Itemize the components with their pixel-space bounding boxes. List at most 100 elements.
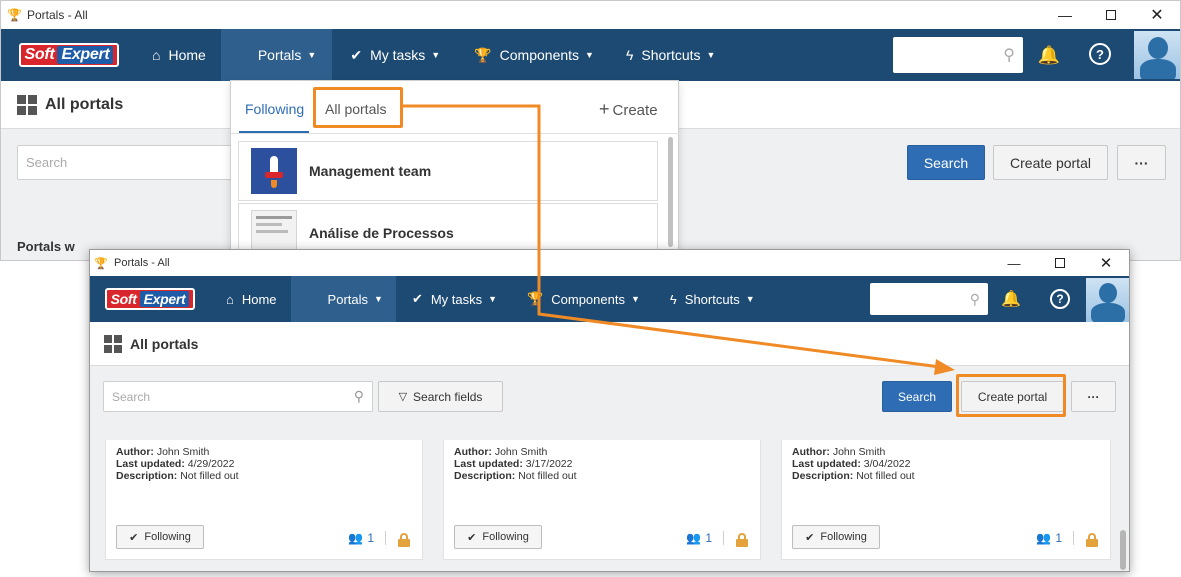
members-count[interactable]: 👥 1 [348, 531, 374, 545]
search-icon: ⚲ [353, 388, 364, 404]
page-header: All portals [90, 322, 1129, 366]
maximize-button[interactable] [1037, 250, 1083, 276]
grid-icon [17, 94, 37, 115]
search-input[interactable]: Search [17, 145, 237, 180]
close-button[interactable]: ✕ [1134, 1, 1180, 29]
help-icon[interactable]: ? [1050, 289, 1070, 309]
nav-my-tasks[interactable]: ✔ My tasks ▼ [396, 276, 513, 322]
portal-card[interactable]: Author: John Smith Last updated: 4/29/20… [105, 440, 423, 560]
chevron-down-icon: ▼ [585, 50, 594, 60]
following-button[interactable]: ✔ Following [792, 525, 880, 549]
author-value: John Smith [832, 446, 886, 458]
following-button[interactable]: ✔ Following [116, 525, 204, 549]
logo-expert-text: Expert [57, 46, 114, 64]
updated-value: 3/04/2022 [863, 458, 911, 470]
create-portal-button[interactable]: Create portal [993, 145, 1108, 180]
check-icon: ✔ [129, 531, 139, 544]
top-navbar: Soft Expert ⌂ Home Portals ▼ ✔ My tasks … [90, 276, 1129, 322]
search-input[interactable]: Search ⚲ [103, 381, 373, 412]
nav-search-input[interactable]: ⚲ [893, 37, 1023, 73]
bell-icon[interactable]: 🔔 [997, 282, 1025, 316]
create-portal-link[interactable]: + Create [599, 99, 658, 120]
plus-icon: + [599, 99, 610, 119]
trophy-icon: 🏆 [474, 46, 492, 63]
members-count[interactable]: 👥 1 [686, 531, 712, 545]
search-button-label: Search [897, 389, 937, 404]
more-options-label: ··· [1134, 154, 1149, 171]
lock-icon [736, 533, 748, 547]
search-button[interactable]: Search [882, 381, 952, 412]
search-fields-button[interactable]: ▽ Search fields [378, 381, 503, 412]
window-controls: — ✕ [1042, 1, 1180, 29]
nav-home[interactable]: ⌂ Home [137, 29, 221, 81]
front-window: 🏆 Portals - All — ✕ Soft Expert ⌂ Home P… [89, 249, 1130, 572]
description-label: Description: [116, 470, 178, 482]
nav-portals-label: Portals [257, 47, 302, 63]
members-value: 1 [705, 531, 712, 545]
logo[interactable]: Soft Expert [90, 276, 210, 322]
tab-following-label: Following [245, 101, 305, 117]
grid-icon [308, 293, 320, 305]
search-button[interactable]: Search [907, 145, 985, 180]
nav-components[interactable]: 🏆 Components ▼ [458, 29, 610, 81]
help-icon[interactable]: ? [1089, 43, 1111, 65]
grid-icon [237, 49, 250, 62]
portal-card[interactable]: Author: John Smith Last updated: 3/04/20… [781, 440, 1111, 560]
trophy-icon: 🏆 [7, 8, 22, 22]
grid-icon [104, 334, 122, 353]
nav-home[interactable]: ⌂ Home [210, 276, 291, 322]
minimize-button[interactable]: — [991, 250, 1037, 276]
author-label: Author: [116, 446, 154, 458]
window-title: Portals - All [114, 257, 170, 269]
chevron-down-icon: ▼ [706, 50, 716, 60]
create-portal-label: Create portal [977, 389, 1048, 404]
page-title: All portals [45, 95, 124, 113]
search-icon: ⚲ [1003, 47, 1015, 64]
author-label: Author: [454, 446, 492, 458]
minimize-button[interactable]: — [1042, 1, 1088, 29]
author-label: Author: [792, 446, 830, 458]
nav-components[interactable]: 🏆 Components ▼ [513, 276, 654, 322]
nav-portals[interactable]: Portals ▼ [290, 276, 396, 322]
logo[interactable]: Soft Expert [1, 29, 137, 81]
following-button[interactable]: ✔ Following [454, 525, 542, 549]
check-icon: ✔ [411, 291, 423, 306]
avatar[interactable] [1134, 31, 1180, 79]
content-area: Search ⚲ ▽ Search fields Search Create p… [90, 366, 1129, 571]
tab-following[interactable]: Following [245, 101, 304, 117]
nav-portals[interactable]: Portals ▼ [220, 29, 333, 81]
close-button[interactable]: ✕ [1083, 250, 1129, 276]
create-portal-button[interactable]: Create portal [961, 381, 1064, 412]
nav-my-tasks-label: My tasks [430, 291, 483, 307]
bell-icon[interactable]: 🔔 [1035, 37, 1063, 73]
check-icon: ✔ [805, 531, 815, 544]
list-item[interactable]: Management team [238, 141, 658, 201]
tab-all-portals[interactable]: All portals [325, 101, 386, 117]
more-options-button[interactable]: ··· [1071, 381, 1116, 412]
nav-shortcuts[interactable]: ϟ Shortcuts ▼ [654, 276, 771, 322]
divider [385, 531, 386, 545]
card-meta: Author: John Smith Last updated: 3/04/20… [792, 446, 915, 482]
nav-home-label: Home [168, 47, 206, 63]
updated-label: Last updated: [792, 458, 861, 470]
check-icon: ✔ [467, 531, 477, 544]
nav-search-input[interactable]: ⚲ [870, 283, 988, 315]
portals-dropdown: Following All portals + Create Management… [230, 80, 679, 263]
content-scrollbar[interactable] [1120, 530, 1126, 570]
nav-my-tasks[interactable]: ✔ My tasks ▼ [332, 29, 458, 81]
nav-shortcuts-label: Shortcuts [684, 291, 740, 307]
author-value: John Smith [156, 446, 210, 458]
create-portal-label: Create portal [1010, 154, 1091, 171]
search-placeholder: Search [26, 155, 68, 170]
more-options-button[interactable]: ··· [1117, 145, 1166, 180]
avatar[interactable] [1086, 278, 1129, 322]
maximize-button[interactable] [1088, 1, 1134, 29]
dropdown-scrollbar[interactable] [668, 137, 673, 247]
members-count[interactable]: 👥 1 [1036, 531, 1062, 545]
check-icon: ✔ [350, 46, 363, 63]
nav-shortcuts[interactable]: ϟ Shortcuts ▼ [610, 29, 731, 81]
updated-label: Last updated: [116, 458, 185, 470]
members-value: 1 [1055, 531, 1062, 545]
nav-components-label: Components [551, 291, 625, 307]
portal-card[interactable]: Author: John Smith Last updated: 3/17/20… [443, 440, 761, 560]
